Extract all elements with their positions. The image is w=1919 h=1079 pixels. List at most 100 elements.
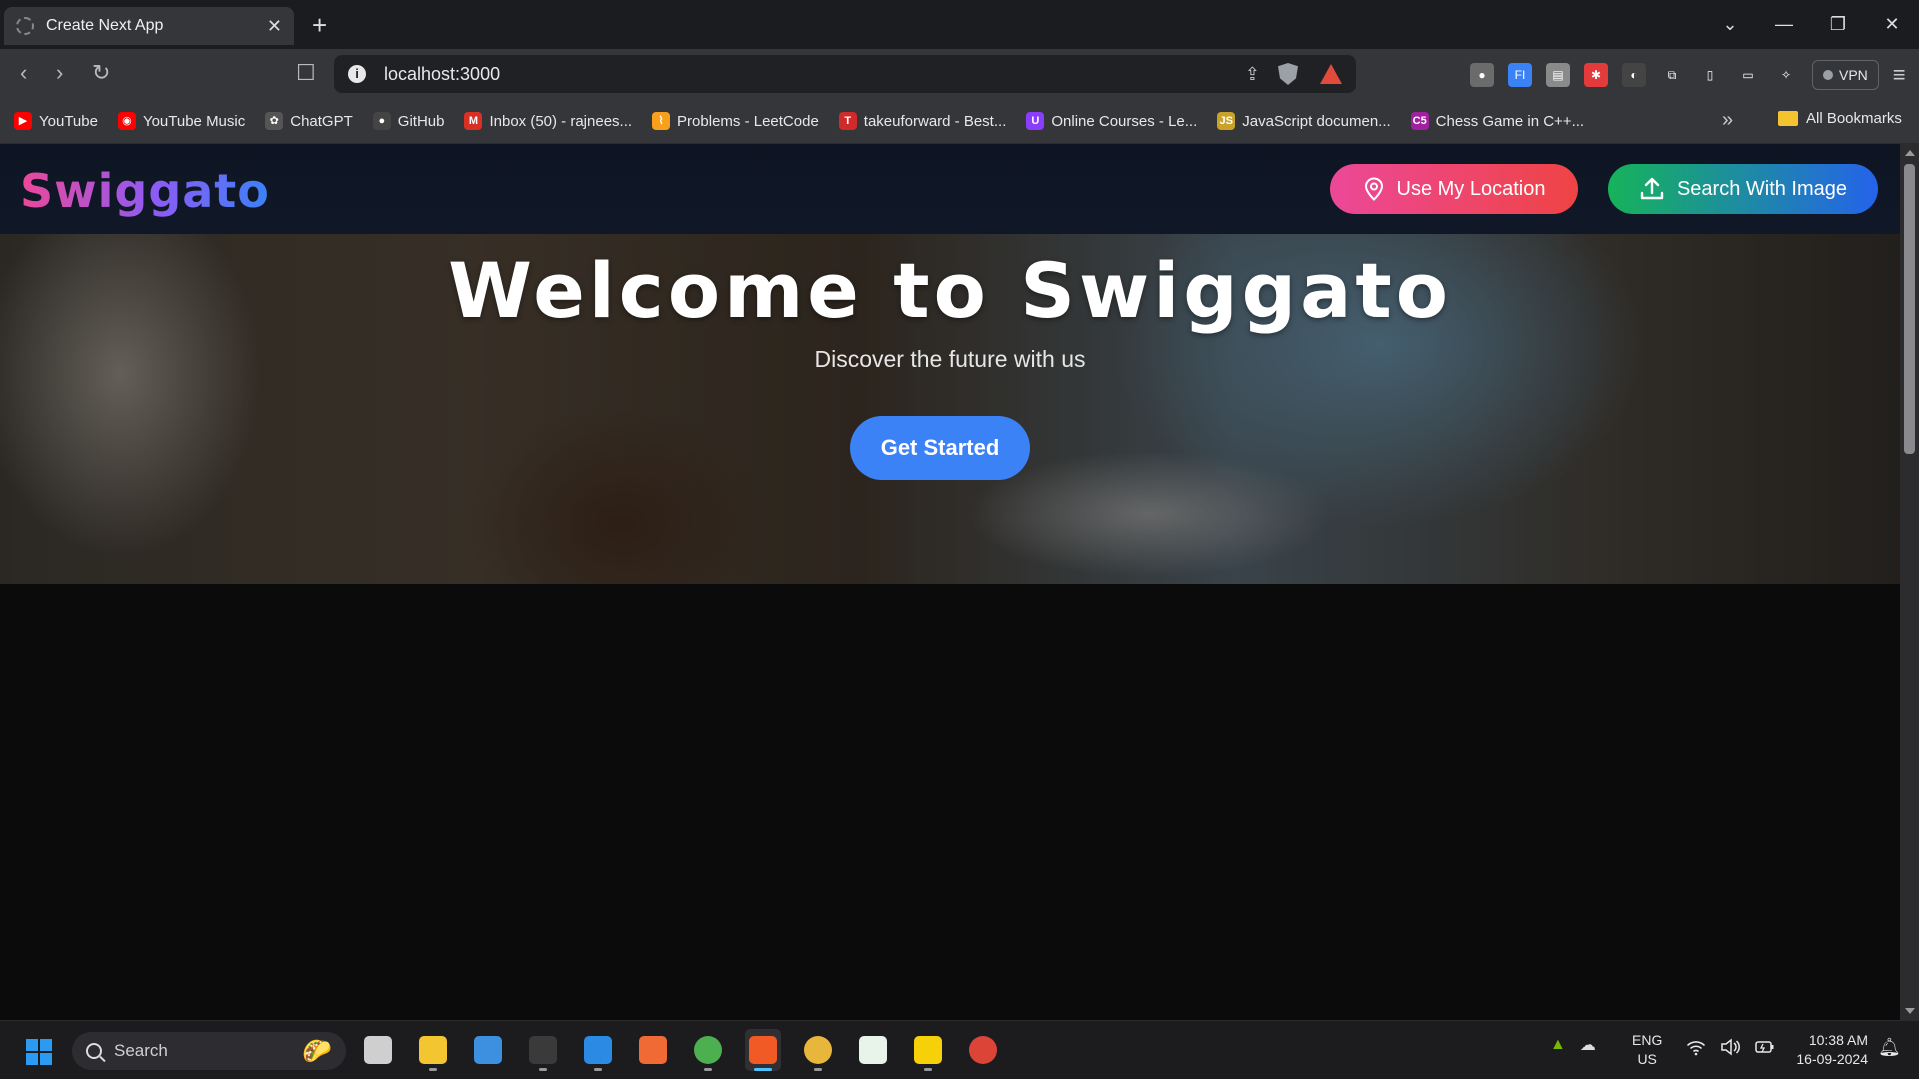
forward-button[interactable]: › xyxy=(56,60,63,86)
system-status-icons[interactable] xyxy=(1686,1038,1776,1056)
javascript-icon: JS xyxy=(1217,112,1236,130)
bookmarks-list: ▶ YouTube ◉ YouTube Music ✿ ChatGPT ● GitHub M In… xyxy=(14,112,1604,130)
mouse-icon[interactable]: ● xyxy=(1470,63,1494,87)
search-with-image-button[interactable]: Search With Image xyxy=(1608,164,1878,214)
bookmark-item[interactable]: C5 Chess Game in C++... xyxy=(1410,112,1584,130)
bookmark-item[interactable]: ⌇ Problems - LeetCode xyxy=(652,112,819,130)
postman-icon[interactable] xyxy=(635,1029,671,1071)
file-explorer-icon[interactable] xyxy=(415,1029,451,1071)
running-indicator xyxy=(754,1068,772,1071)
site-logo[interactable]: Swiggato xyxy=(20,164,270,218)
brave-shields-icon[interactable] xyxy=(1278,63,1298,85)
share-icon[interactable]: ⇪ xyxy=(1245,64,1260,85)
windows-start-icon[interactable] xyxy=(26,1039,52,1065)
terminal-glyph xyxy=(529,1036,557,1064)
fi-extension-icon[interactable]: FI xyxy=(1508,63,1532,87)
restore-button[interactable]: ❐ xyxy=(1811,14,1865,35)
puzzle-icon[interactable]: ⧉ xyxy=(1660,63,1684,87)
address-bar[interactable]: i localhost:3000 ⇪ xyxy=(334,55,1356,93)
page-scrollbar[interactable] xyxy=(1900,144,1919,1020)
hero-title: Welcome to Swiggato xyxy=(448,246,1452,335)
vpn-label: VPN xyxy=(1839,67,1868,83)
bookmark-item[interactable]: U Online Courses - Le... xyxy=(1026,112,1197,130)
notification-bell-icon[interactable]: 🔔︎ xyxy=(1878,1037,1901,1058)
running-indicator xyxy=(924,1068,932,1071)
chatgpt-icon: ✿ xyxy=(265,112,284,130)
bookmark-label: Inbox (50) - rajnees... xyxy=(489,112,633,130)
brave-rewards-icon[interactable] xyxy=(1320,64,1342,84)
brave-icon[interactable] xyxy=(745,1029,781,1071)
reload-button[interactable]: ↻ xyxy=(92,60,110,86)
scroll-up-icon[interactable] xyxy=(1905,150,1915,156)
scrollbar-thumb[interactable] xyxy=(1904,164,1915,454)
task-view-icon[interactable] xyxy=(360,1029,396,1071)
tab-search-dropdown-icon[interactable]: ⌄ xyxy=(1703,14,1757,35)
all-bookmarks-folder[interactable]: All Bookmarks xyxy=(1778,110,1902,127)
bookmark-item[interactable]: ◉ YouTube Music xyxy=(117,112,245,130)
new-tab-button[interactable]: + xyxy=(312,10,327,41)
leo-ai-icon[interactable]: ✧ xyxy=(1774,63,1798,87)
back-button[interactable]: ‹ xyxy=(20,60,27,86)
bookmark-item[interactable]: JS JavaScript documen... xyxy=(1217,112,1391,130)
vpn-button[interactable]: VPN xyxy=(1812,60,1879,90)
bookmark-label: YouTube xyxy=(39,112,98,130)
bookmark-item[interactable]: ● GitHub xyxy=(372,112,444,130)
loading-favicon-icon xyxy=(16,17,34,35)
running-indicator xyxy=(594,1068,602,1071)
sticky-notes-icon[interactable] xyxy=(910,1029,946,1071)
close-window-button[interactable]: ✕ xyxy=(1865,14,1919,35)
cards-extension-icon[interactable]: ▤ xyxy=(1546,63,1570,87)
clock-time: 10:38 AM xyxy=(1808,1032,1868,1048)
browser-tab[interactable]: Create Next App ✕ xyxy=(4,7,294,45)
vscode-icon[interactable] xyxy=(580,1029,616,1071)
bookmark-item[interactable]: ▶ YouTube xyxy=(14,112,98,130)
bookmark-label: takeuforward - Best... xyxy=(863,112,1007,130)
gmail-icon: M xyxy=(464,112,483,130)
site-info-icon[interactable]: i xyxy=(348,65,366,83)
leetcode-icon: ⌇ xyxy=(652,112,671,130)
chrome-dev-icon[interactable] xyxy=(690,1029,726,1071)
scroll-down-icon[interactable] xyxy=(1905,1008,1915,1014)
running-indicator xyxy=(814,1068,822,1071)
window-controls: ⌄ — ❐ ✕ xyxy=(1703,0,1919,49)
terminal-icon[interactable] xyxy=(525,1029,561,1071)
use-my-location-button[interactable]: Use My Location xyxy=(1330,164,1578,214)
chrome-profile-glyph xyxy=(804,1036,832,1064)
region-code: US xyxy=(1637,1051,1657,1067)
bookmark-item[interactable]: M Inbox (50) - rajnees... xyxy=(464,112,632,130)
system-tray: ▲ ☁ xyxy=(1550,1035,1596,1055)
sticky-notes-glyph xyxy=(914,1036,942,1064)
onedrive-icon[interactable]: ☁ xyxy=(1580,1035,1596,1055)
running-indicator xyxy=(429,1068,437,1071)
wallet-icon[interactable]: ▭ xyxy=(1736,63,1760,87)
chrome-dev-glyph xyxy=(694,1036,722,1064)
taskbar-search[interactable]: Search 🌮 xyxy=(72,1032,346,1070)
minimize-button[interactable]: — xyxy=(1757,14,1811,35)
get-started-button[interactable]: Get Started xyxy=(850,416,1030,480)
running-indicator xyxy=(704,1068,712,1071)
postman-glyph xyxy=(639,1036,667,1064)
chrome-profile-icon[interactable] xyxy=(800,1029,836,1071)
browser-menu-icon[interactable]: ≡ xyxy=(1893,62,1906,88)
chrome-icon[interactable] xyxy=(965,1029,1001,1071)
red-extension-icon[interactable]: ✱ xyxy=(1584,63,1608,87)
bookmark-page-button[interactable]: ☐ xyxy=(296,60,316,86)
file-explorer-glyph xyxy=(419,1036,447,1064)
tab-title: Create Next App xyxy=(46,17,164,34)
close-tab-icon[interactable]: ✕ xyxy=(267,16,282,37)
mongodb-compass-glyph xyxy=(859,1036,887,1064)
nvidia-icon[interactable]: ▲ xyxy=(1550,1036,1566,1054)
microsoft-store-icon[interactable] xyxy=(470,1029,506,1071)
url-text[interactable]: localhost:3000 xyxy=(384,64,1227,85)
bookmark-label: JavaScript documen... xyxy=(1242,112,1391,130)
system-clock[interactable]: 10:38 AM 16-09-2024 xyxy=(1778,1031,1868,1069)
youtube-music-icon: ◉ xyxy=(117,112,136,130)
sidebar-icon[interactable]: ▯ xyxy=(1698,63,1722,87)
language-indicator[interactable]: ENG US xyxy=(1632,1031,1662,1069)
dark-extension-icon[interactable]: ◐ xyxy=(1622,63,1646,87)
bookmark-item[interactable]: Ttakeuforward - Best... xyxy=(838,112,1007,130)
bookmarks-overflow-icon[interactable]: » xyxy=(1722,109,1733,132)
mongodb-compass-icon[interactable] xyxy=(855,1029,891,1071)
bookmark-item[interactable]: ✿ ChatGPT xyxy=(265,112,353,130)
hero-section: Welcome to Swiggato Discover the future … xyxy=(0,234,1900,584)
